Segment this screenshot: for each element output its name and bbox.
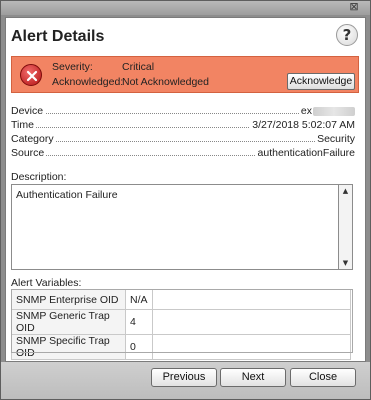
table-row: SNMP Enterprise OID N/A — [11, 289, 351, 310]
alert-variables-label: Alert Variables: — [11, 277, 82, 289]
description-scrollbar[interactable]: ▲ ▼ — [339, 184, 353, 270]
redacted-text — [313, 106, 355, 116]
table-row: SNMP Generic Trap OID 4 — [11, 309, 351, 335]
variable-name: SNMP Enterprise OID — [11, 289, 126, 310]
alert-status-band: Severity: Critical Acknowledged: Not Ack… — [11, 56, 359, 93]
severity-value: Critical — [122, 61, 155, 73]
dialog-body: Alert Details ? Severity: Critical Ackno… — [5, 17, 366, 362]
variable-value: 4 — [125, 309, 153, 335]
variable-extra — [152, 334, 351, 360]
source-label: Source — [11, 147, 47, 159]
time-label: Time — [11, 119, 36, 131]
severity-label: Severity: — [52, 61, 93, 73]
description-textarea[interactable]: Authentication Failure — [11, 184, 339, 270]
info-row-device: Device ex — [11, 105, 355, 118]
alert-details-dialog: ⊠ Alert Details ? Severity: Critical Ack… — [0, 0, 371, 400]
device-value: ex — [298, 105, 355, 117]
close-button[interactable]: Close — [290, 368, 356, 387]
leader-dots — [11, 141, 355, 142]
info-row-time: Time 3/27/2018 5:02:07 AM — [11, 119, 355, 132]
critical-error-icon — [20, 64, 42, 86]
variable-extra — [152, 309, 351, 335]
help-icon[interactable]: ? — [336, 24, 358, 46]
variable-extra — [152, 289, 351, 310]
info-row-category: Category Security — [11, 133, 355, 146]
dialog-footer: Previous Next Close — [1, 362, 370, 399]
device-label: Device — [11, 105, 46, 117]
close-icon[interactable]: ⊠ — [348, 1, 360, 13]
next-button[interactable]: Next — [220, 368, 286, 387]
alert-variables-table: SNMP Enterprise OID N/A SNMP Generic Tra… — [11, 289, 351, 360]
source-value: authenticationFailure — [255, 147, 355, 159]
window-titlebar[interactable]: ⊠ — [1, 1, 370, 15]
category-value: Security — [315, 133, 355, 145]
device-value-text: ex — [300, 105, 312, 117]
dialog-title: Alert Details — [11, 28, 105, 45]
variable-value: 0 — [125, 334, 153, 360]
acknowledge-button[interactable]: Acknowledge — [287, 73, 355, 90]
time-value: 3/27/2018 5:02:07 AM — [250, 119, 355, 131]
previous-button[interactable]: Previous — [151, 368, 217, 387]
scroll-up-icon[interactable]: ▲ — [339, 185, 352, 197]
info-row-source: Source authenticationFailure — [11, 147, 355, 160]
category-label: Category — [11, 133, 56, 145]
acknowledged-label: Acknowledged: — [52, 76, 124, 88]
variable-value: N/A — [125, 289, 153, 310]
table-row: SNMP Specific Trap OID 0 — [11, 334, 351, 360]
scroll-down-icon[interactable]: ▼ — [339, 257, 352, 269]
acknowledged-value: Not Acknowledged — [122, 76, 209, 88]
description-label: Description: — [11, 171, 67, 183]
variable-name: SNMP Generic Trap OID — [11, 309, 126, 335]
variable-name: SNMP Specific Trap OID — [11, 334, 126, 360]
